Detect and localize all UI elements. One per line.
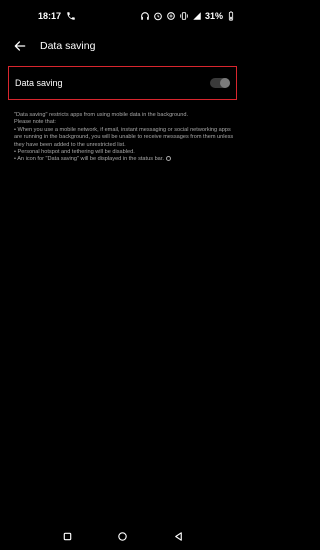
toggle-knob [220, 78, 230, 88]
app-header: Data saving [0, 32, 246, 60]
arrow-left-icon [14, 41, 26, 51]
description-line-last: • An icon for "Data saving" will be disp… [14, 156, 236, 163]
description-line: "Data saving" restricts apps from using … [14, 112, 189, 118]
description-line: Please note that: [14, 119, 56, 126]
description-text: "Data saving" restricts apps from using … [14, 112, 236, 164]
description-line: • When you use a mobile network, if emai… [14, 126, 234, 148]
navigation-bar [0, 522, 246, 550]
back-button[interactable] [8, 34, 32, 58]
recents-button[interactable] [59, 527, 77, 545]
triangle-back-icon [174, 531, 182, 541]
battery-icon [226, 11, 236, 21]
home-button[interactable] [114, 527, 132, 545]
status-left: 18:17 [38, 11, 76, 21]
vibrate-icon [179, 11, 189, 21]
phone-call-icon [66, 11, 76, 21]
data-saving-toggle[interactable] [210, 78, 230, 88]
description-line: • An icon for "Data saving" will be disp… [14, 156, 164, 163]
status-time: 18:17 [38, 11, 62, 21]
headphones-icon [140, 11, 150, 21]
data-saving-label: Data saving [15, 78, 63, 88]
data-saver-icon [166, 11, 176, 21]
page-title: Data saving [40, 40, 96, 52]
circle-icon [118, 531, 128, 541]
data-saver-indicator-icon [165, 156, 171, 162]
data-saving-setting-row[interactable]: Data saving [8, 66, 237, 100]
status-bar: 18:17 31% [0, 0, 246, 32]
battery-percent: 31% [204, 11, 223, 21]
signal-icon [192, 11, 202, 21]
square-icon [63, 532, 72, 540]
nav-back-button[interactable] [169, 527, 187, 545]
status-right: 31% [140, 11, 236, 21]
description-line: • Personal hotspot and tethering will be… [14, 149, 135, 156]
alarm-icon [153, 11, 163, 21]
